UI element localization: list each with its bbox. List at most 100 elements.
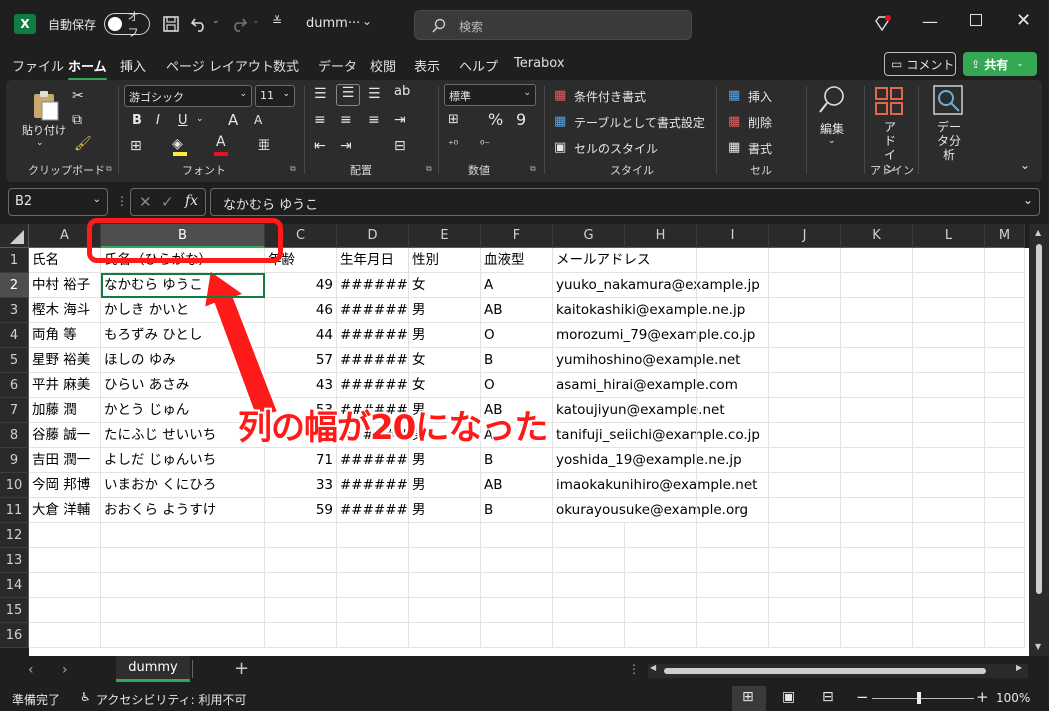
paste-icon[interactable] <box>30 88 60 122</box>
cell-styles-icon[interactable]: ▣ <box>554 140 566 155</box>
italic-button[interactable]: I <box>156 113 160 128</box>
cell[interactable] <box>625 498 697 523</box>
cell[interactable] <box>625 623 697 648</box>
cell[interactable]: ####### <box>337 298 409 323</box>
cell[interactable] <box>697 248 769 273</box>
cell[interactable] <box>101 573 265 598</box>
row-header[interactable]: 11 <box>0 498 29 523</box>
column-header-m[interactable]: M <box>985 224 1025 248</box>
cell[interactable] <box>697 398 769 423</box>
page-layout-view-icon[interactable]: ▣ <box>782 689 795 705</box>
search-box[interactable]: 検索 <box>414 10 692 40</box>
row-header[interactable]: 10 <box>0 473 29 498</box>
undo-dropdown-icon[interactable]: ⌄ <box>212 16 220 26</box>
cell[interactable] <box>265 548 337 573</box>
cell[interactable]: ####### <box>337 273 409 298</box>
zoom-slider-track[interactable] <box>872 698 974 699</box>
tab-data[interactable]: データ <box>318 56 357 75</box>
cell[interactable]: 今岡 邦博 <box>29 473 101 498</box>
align-left-icon[interactable]: ≡ <box>314 112 326 128</box>
cell[interactable]: 大倉 洋輔 <box>29 498 101 523</box>
cell[interactable] <box>697 423 769 448</box>
cell[interactable]: okurayousuke@example.org <box>553 498 748 523</box>
tab-terabox[interactable]: Terabox <box>514 56 565 71</box>
cell[interactable] <box>985 273 1025 298</box>
horizontal-scrollbar[interactable]: ◀ ▶ <box>648 663 1028 678</box>
conditional-format-icon[interactable]: ▦ <box>554 88 566 103</box>
cell[interactable] <box>913 373 985 398</box>
cell[interactable] <box>409 598 481 623</box>
customize-qat-icon[interactable]: ≚ <box>272 14 282 28</box>
enter-icon[interactable]: ✓ <box>161 193 174 211</box>
cell[interactable] <box>553 623 625 648</box>
cell[interactable]: morozumi_79@example.co.jp <box>553 323 755 348</box>
save-icon[interactable] <box>162 15 180 33</box>
cell[interactable] <box>553 523 625 548</box>
vertical-scrollbar[interactable]: ▲ ▼ <box>1029 224 1049 656</box>
row-header[interactable]: 4 <box>0 323 29 348</box>
cell[interactable] <box>769 498 841 523</box>
cell[interactable] <box>697 498 769 523</box>
cell[interactable] <box>913 298 985 323</box>
row-header[interactable]: 9 <box>0 448 29 473</box>
data-analysis-icon[interactable] <box>932 84 964 116</box>
cell[interactable] <box>265 523 337 548</box>
cell[interactable] <box>697 523 769 548</box>
cell[interactable]: 血液型 <box>481 248 553 273</box>
cell[interactable] <box>985 573 1025 598</box>
border-icon[interactable]: ⊞ <box>130 138 142 154</box>
cell[interactable] <box>101 598 265 623</box>
decrease-decimal-icon[interactable]: ⁰⁻ <box>480 138 490 151</box>
cell[interactable] <box>841 448 913 473</box>
cell[interactable] <box>841 473 913 498</box>
dialog-launcher-icon[interactable]: ⧉ <box>426 164 432 174</box>
cell[interactable] <box>553 548 625 573</box>
insert-function-button[interactable]: fx <box>185 193 198 209</box>
more-icon[interactable]: ⋮ <box>628 662 640 676</box>
cell[interactable]: 加藤 潤 <box>29 398 101 423</box>
cell[interactable] <box>265 598 337 623</box>
cell[interactable] <box>697 298 769 323</box>
cell[interactable] <box>841 523 913 548</box>
scroll-down-icon[interactable]: ▼ <box>1035 642 1041 651</box>
copy-icon[interactable]: ⧉ <box>72 112 82 128</box>
cell[interactable] <box>697 373 769 398</box>
zoom-in-icon[interactable]: + <box>976 688 989 706</box>
redo-dropdown-icon[interactable]: ⌄ <box>252 16 260 26</box>
fill-color-icon[interactable]: ◈ <box>172 136 183 152</box>
autosave-toggle[interactable]: オフ <box>104 10 150 39</box>
tab-help[interactable]: ヘルプ <box>459 56 498 75</box>
cell[interactable]: katoujiyun@example.net <box>553 398 725 423</box>
cell[interactable]: おおくら ようすけ <box>101 498 265 523</box>
row-header[interactable]: 1 <box>0 248 29 273</box>
cell[interactable] <box>553 573 625 598</box>
cell[interactable]: 星野 裕美 <box>29 348 101 373</box>
cell[interactable] <box>553 598 625 623</box>
cell[interactable] <box>841 348 913 373</box>
cell[interactable] <box>625 273 697 298</box>
cell[interactable]: 男 <box>409 498 481 523</box>
tab-insert[interactable]: 挿入 <box>120 56 146 75</box>
row-header[interactable]: 6 <box>0 373 29 398</box>
cell[interactable]: よしだ じゅんいち <box>101 448 265 473</box>
cell[interactable]: imaokakunihiro@example.net <box>553 473 757 498</box>
cell[interactable] <box>769 323 841 348</box>
comma-button[interactable]: 9 <box>516 110 526 129</box>
column-header-h[interactable]: H <box>625 224 697 248</box>
font-color-icon[interactable]: A <box>216 134 226 150</box>
tab-page-layout[interactable]: ページ レイアウト <box>166 56 274 75</box>
cell[interactable] <box>625 548 697 573</box>
insert-cells-button[interactable]: 挿入 <box>748 88 772 105</box>
cell[interactable]: ####### <box>337 498 409 523</box>
row-header[interactable]: 7 <box>0 398 29 423</box>
dialog-launcher-icon[interactable]: ⧉ <box>530 164 536 174</box>
cell[interactable] <box>29 573 101 598</box>
cancel-icon[interactable]: ✕ <box>139 193 152 211</box>
font-size-select[interactable]: 11 ⌄ <box>255 85 295 107</box>
next-sheet-icon[interactable]: › <box>62 662 68 678</box>
cell[interactable] <box>481 573 553 598</box>
cell[interactable]: 男 <box>409 323 481 348</box>
phonetic-icon[interactable]: 亜 <box>258 136 270 153</box>
maximize-icon[interactable] <box>970 14 982 26</box>
increase-decimal-icon[interactable]: ⁺⁰ <box>448 138 458 151</box>
